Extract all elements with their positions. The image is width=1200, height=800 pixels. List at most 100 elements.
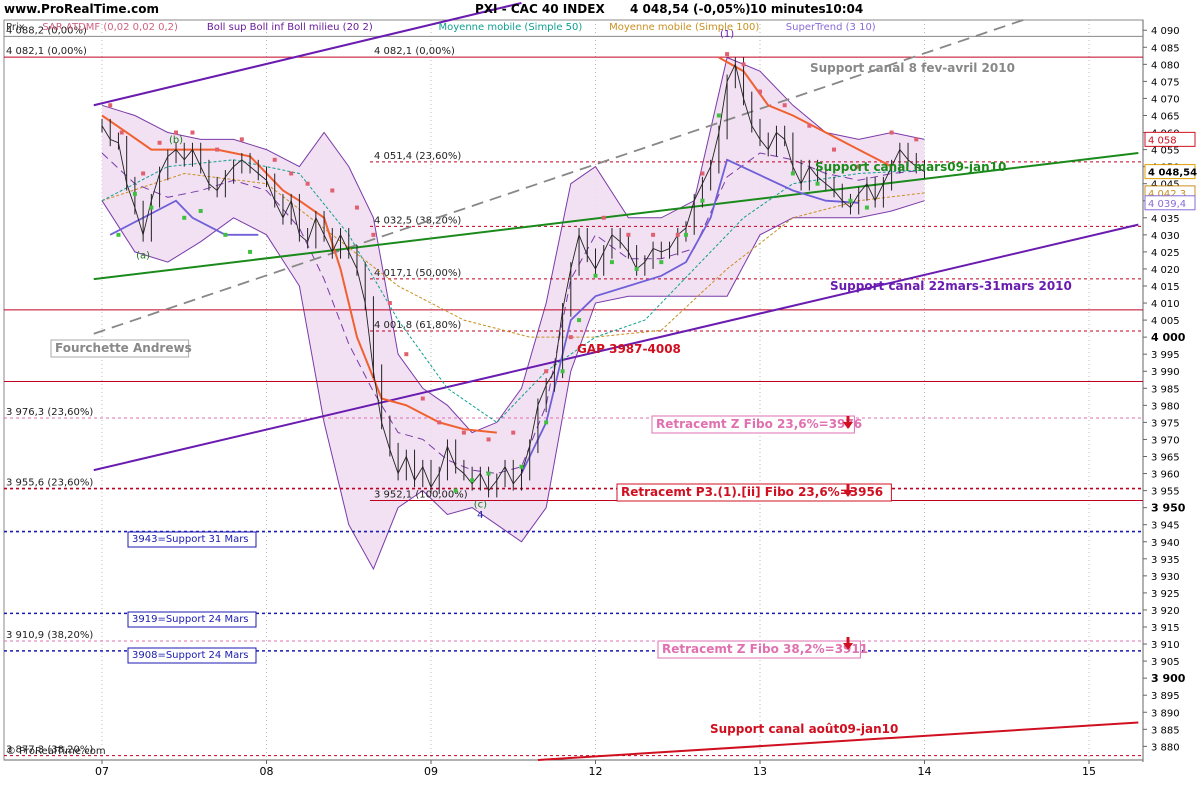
level-label: 4 082,1 (0,00%) <box>374 46 455 57</box>
y-tick-label: 3 955 <box>1151 487 1180 498</box>
sar-dot <box>404 352 409 357</box>
sar-dot <box>272 157 277 162</box>
sar-dot <box>634 266 639 271</box>
sar-dot <box>198 208 203 213</box>
sar-dot <box>683 232 688 237</box>
annotation-text: Retracemt Z Fibo 38,2%=3911 <box>662 642 868 656</box>
sar-dot <box>141 171 146 176</box>
y-tick-label: 3 910 <box>1151 640 1180 651</box>
down-arrow-icon <box>846 637 850 643</box>
sar-dot <box>420 396 425 401</box>
price-tag-label: 4 058 <box>1148 135 1177 146</box>
sar-dot <box>848 198 853 203</box>
sar-dot <box>486 437 491 442</box>
last-price: 4 048,54 (-0,05%) <box>630 2 751 16</box>
legend-item: Moyenne mobile (Simple 100) <box>609 22 759 33</box>
wave-label: (b) <box>169 135 183 146</box>
watermark: © ProRealTime.com <box>6 746 106 757</box>
annotation-text: 3943=Support 31 Mars <box>132 534 249 545</box>
channel-label: Support canal 22mars-31mars 2010 <box>830 279 1072 293</box>
y-tick-label: 3 915 <box>1151 623 1180 634</box>
channel-label: Support canal 8 fev-avril 2010 <box>810 61 1015 75</box>
y-tick-label: 4 010 <box>1151 299 1180 310</box>
sar-dot <box>437 420 442 425</box>
sar-dot <box>864 205 869 210</box>
legend-item: Moyenne mobile (Simple 50) <box>439 22 583 33</box>
sar-dot <box>560 369 565 374</box>
level-label: 4 051,4 (23,60%) <box>374 151 461 162</box>
sar-dot <box>149 205 154 210</box>
x-tick-label: 12 <box>589 765 603 778</box>
sar-dot <box>182 215 187 220</box>
y-tick-label: 3 920 <box>1151 606 1180 617</box>
sar-dot <box>519 464 524 469</box>
sar-dot <box>470 478 475 483</box>
sar-dot <box>486 471 491 476</box>
sar-dot <box>544 369 549 374</box>
y-tick-label: 3 935 <box>1151 555 1180 566</box>
y-tick-label: 3 885 <box>1151 725 1180 736</box>
sar-dot <box>782 103 787 108</box>
wave-label: 4 <box>477 510 483 521</box>
sar-dot <box>807 123 812 128</box>
sar-dot <box>132 191 137 196</box>
y-tick-label: 4 055 <box>1151 146 1180 157</box>
annotation-text: 3919=Support 24 Mars <box>132 614 249 625</box>
sar-dot <box>511 430 516 435</box>
y-tick-label: 3 925 <box>1151 589 1180 600</box>
y-tick-label: 3 975 <box>1151 418 1180 429</box>
x-tick-label: 13 <box>753 765 767 778</box>
sar-dot <box>305 181 310 186</box>
y-tick-label: 3 985 <box>1151 384 1180 395</box>
sar-dot <box>544 420 549 425</box>
time: 10:04 <box>825 2 864 16</box>
instrument-title: PXI - CAC 40 INDEX <box>475 2 605 16</box>
y-tick-label: 3 995 <box>1151 350 1180 361</box>
x-tick-label: 14 <box>918 765 932 778</box>
sar-dot <box>387 301 392 306</box>
y-tick-label: 4 025 <box>1151 248 1180 259</box>
sar-dot <box>626 232 631 237</box>
level-label: 3 955,6 (23,60%) <box>6 478 93 489</box>
y-tick-label: 4 035 <box>1151 214 1180 225</box>
y-tick-label: 3 905 <box>1151 657 1180 668</box>
sar-dot <box>609 260 614 265</box>
sar-dot <box>371 232 376 237</box>
y-tick-label: 3 895 <box>1151 691 1180 702</box>
sar-dot <box>354 205 359 210</box>
legend-item: SuperTrend (3 10) <box>786 22 876 33</box>
legend-item: Prix <box>6 22 25 33</box>
annotation-text: Fourchette Andrews <box>55 341 192 355</box>
sar-dot <box>593 273 598 278</box>
channel-label: Support canal mars09-jan10 <box>815 160 1006 174</box>
x-tick-label: 15 <box>1082 765 1096 778</box>
y-tick-label: 4 070 <box>1151 94 1180 105</box>
timeframe: 10 minutes <box>750 2 826 16</box>
sar-dot <box>190 130 195 135</box>
chart-window: 07 08 09 12 13 14 15 4 090 4 085 4 080 4 075 4 070 4… <box>0 0 1200 800</box>
x-tick-label: 09 <box>424 765 438 778</box>
y-tick-label: 3 960 <box>1151 470 1180 481</box>
annotation-text: Retracemt P3.(1).[ii] Fibo 23,6%=3956 <box>621 485 883 499</box>
level-label: 3 976,3 (23,60%) <box>6 407 93 418</box>
legend-item: SAR ATDMF (0,02 0,02 0,2) <box>42 22 178 33</box>
sar-dot <box>700 198 705 203</box>
y-tick-label: 3 980 <box>1151 401 1180 412</box>
y-tick-label: 3 900 <box>1151 672 1186 685</box>
y-tick-label: 4 080 <box>1151 60 1180 71</box>
sar-dot <box>461 430 466 435</box>
y-tick-label: 3 890 <box>1151 708 1180 719</box>
sar-dot <box>568 335 573 340</box>
wave-label: (a) <box>136 251 150 262</box>
level-label: 3 910,9 (38,20%) <box>6 630 93 641</box>
sar-dot <box>815 181 820 186</box>
y-tick-label: 4 015 <box>1151 282 1180 293</box>
legend-item: Boll sup Boll inf Boll milieu (20 2) <box>207 22 373 33</box>
level-label: 4 001,8 (61,80%) <box>374 320 461 331</box>
y-tick-label: 4 090 <box>1151 26 1180 37</box>
y-tick-label: 4 085 <box>1151 43 1180 54</box>
price-chart[interactable]: 07 08 09 12 13 14 15 4 090 4 085 4 080 4 075 4 070 4… <box>0 0 1200 800</box>
y-tick-label: 3 990 <box>1151 367 1180 378</box>
sar-dot <box>453 488 458 493</box>
x-tick-label: 07 <box>95 765 109 778</box>
